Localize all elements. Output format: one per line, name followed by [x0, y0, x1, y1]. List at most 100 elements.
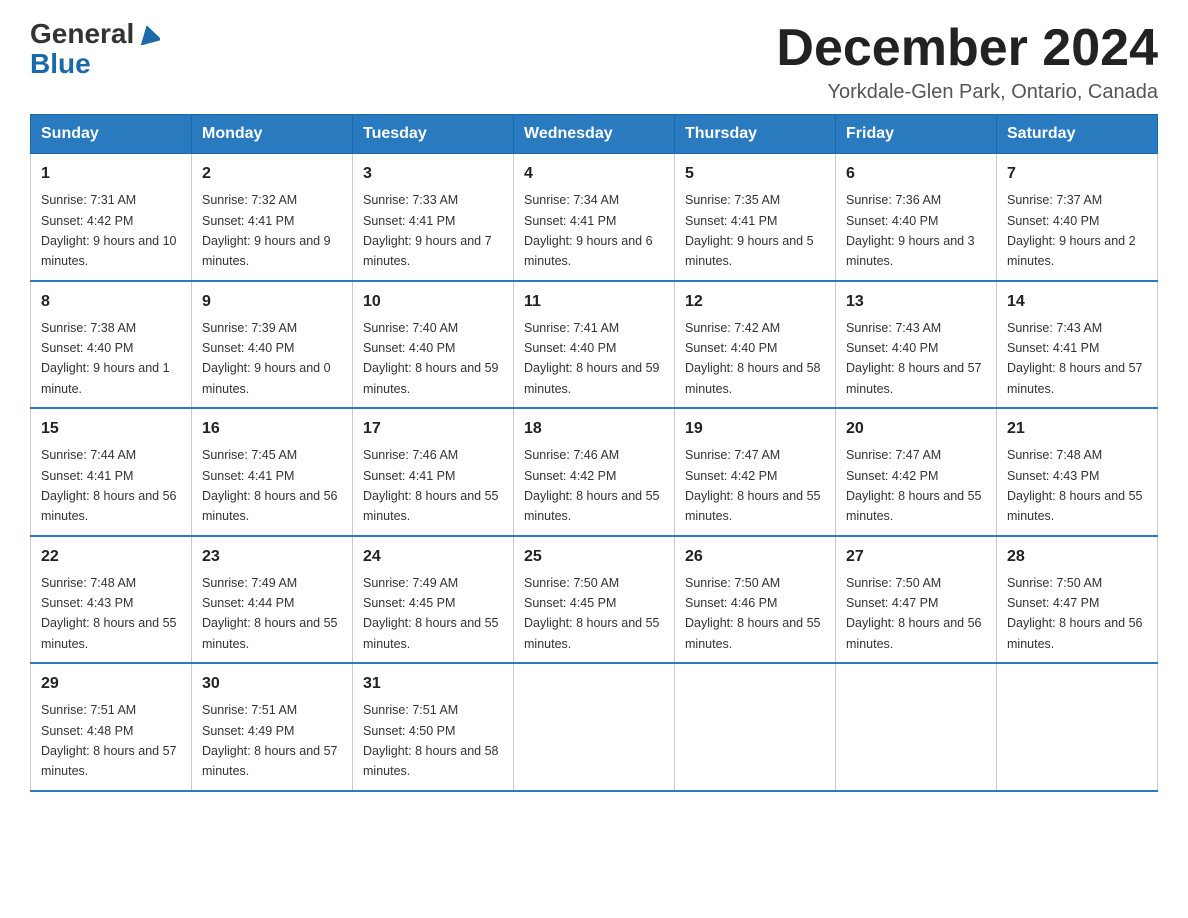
calendar-cell: 18 Sunrise: 7:46 AMSunset: 4:42 PMDaylig…	[514, 408, 675, 536]
calendar-cell: 23 Sunrise: 7:49 AMSunset: 4:44 PMDaylig…	[192, 536, 353, 664]
day-number: 24	[363, 545, 503, 569]
day-number: 16	[202, 417, 342, 441]
calendar-cell: 17 Sunrise: 7:46 AMSunset: 4:41 PMDaylig…	[353, 408, 514, 536]
calendar-table: SundayMondayTuesdayWednesdayThursdayFrid…	[30, 114, 1158, 792]
calendar-cell: 2 Sunrise: 7:32 AMSunset: 4:41 PMDayligh…	[192, 154, 353, 281]
calendar-cell: 15 Sunrise: 7:44 AMSunset: 4:41 PMDaylig…	[31, 408, 192, 536]
day-number: 20	[846, 417, 986, 441]
day-info: Sunrise: 7:49 AMSunset: 4:45 PMDaylight:…	[363, 576, 499, 651]
calendar-cell: 30 Sunrise: 7:51 AMSunset: 4:49 PMDaylig…	[192, 663, 353, 791]
day-number: 6	[846, 162, 986, 186]
day-info: Sunrise: 7:32 AMSunset: 4:41 PMDaylight:…	[202, 193, 331, 268]
calendar-cell: 26 Sunrise: 7:50 AMSunset: 4:46 PMDaylig…	[675, 536, 836, 664]
week-row-3: 15 Sunrise: 7:44 AMSunset: 4:41 PMDaylig…	[31, 408, 1158, 536]
day-info: Sunrise: 7:51 AMSunset: 4:50 PMDaylight:…	[363, 703, 499, 778]
day-number: 4	[524, 162, 664, 186]
calendar-cell: 27 Sunrise: 7:50 AMSunset: 4:47 PMDaylig…	[836, 536, 997, 664]
calendar-cell	[997, 663, 1158, 791]
day-info: Sunrise: 7:48 AMSunset: 4:43 PMDaylight:…	[41, 576, 177, 651]
calendar-cell: 7 Sunrise: 7:37 AMSunset: 4:40 PMDayligh…	[997, 154, 1158, 281]
day-number: 29	[41, 672, 181, 696]
day-number: 11	[524, 290, 664, 314]
calendar-cell: 4 Sunrise: 7:34 AMSunset: 4:41 PMDayligh…	[514, 154, 675, 281]
calendar-cell	[514, 663, 675, 791]
day-info: Sunrise: 7:44 AMSunset: 4:41 PMDaylight:…	[41, 448, 177, 523]
day-info: Sunrise: 7:48 AMSunset: 4:43 PMDaylight:…	[1007, 448, 1143, 523]
day-number: 14	[1007, 290, 1147, 314]
location: Yorkdale-Glen Park, Ontario, Canada	[776, 81, 1158, 104]
day-info: Sunrise: 7:37 AMSunset: 4:40 PMDaylight:…	[1007, 193, 1136, 268]
calendar-cell: 12 Sunrise: 7:42 AMSunset: 4:40 PMDaylig…	[675, 281, 836, 409]
title-area: December 2024 Yorkdale-Glen Park, Ontari…	[776, 20, 1158, 104]
day-number: 23	[202, 545, 342, 569]
calendar-cell: 25 Sunrise: 7:50 AMSunset: 4:45 PMDaylig…	[514, 536, 675, 664]
logo-line2: Blue	[30, 50, 91, 78]
day-info: Sunrise: 7:51 AMSunset: 4:48 PMDaylight:…	[41, 703, 177, 778]
day-number: 22	[41, 545, 181, 569]
day-number: 21	[1007, 417, 1147, 441]
day-info: Sunrise: 7:50 AMSunset: 4:46 PMDaylight:…	[685, 576, 821, 651]
day-number: 28	[1007, 545, 1147, 569]
day-number: 2	[202, 162, 342, 186]
col-header-friday: Friday	[836, 115, 997, 154]
col-header-sunday: Sunday	[31, 115, 192, 154]
calendar-cell: 28 Sunrise: 7:50 AMSunset: 4:47 PMDaylig…	[997, 536, 1158, 664]
calendar-cell: 13 Sunrise: 7:43 AMSunset: 4:40 PMDaylig…	[836, 281, 997, 409]
day-info: Sunrise: 7:31 AMSunset: 4:42 PMDaylight:…	[41, 193, 177, 268]
calendar-cell: 19 Sunrise: 7:47 AMSunset: 4:42 PMDaylig…	[675, 408, 836, 536]
day-number: 31	[363, 672, 503, 696]
day-number: 19	[685, 417, 825, 441]
day-number: 27	[846, 545, 986, 569]
month-title: December 2024	[776, 20, 1158, 77]
calendar-cell: 21 Sunrise: 7:48 AMSunset: 4:43 PMDaylig…	[997, 408, 1158, 536]
day-info: Sunrise: 7:50 AMSunset: 4:47 PMDaylight:…	[1007, 576, 1143, 651]
day-info: Sunrise: 7:47 AMSunset: 4:42 PMDaylight:…	[685, 448, 821, 523]
day-info: Sunrise: 7:45 AMSunset: 4:41 PMDaylight:…	[202, 448, 338, 523]
week-row-2: 8 Sunrise: 7:38 AMSunset: 4:40 PMDayligh…	[31, 281, 1158, 409]
day-info: Sunrise: 7:49 AMSunset: 4:44 PMDaylight:…	[202, 576, 338, 651]
calendar-cell: 5 Sunrise: 7:35 AMSunset: 4:41 PMDayligh…	[675, 154, 836, 281]
calendar-cell: 8 Sunrise: 7:38 AMSunset: 4:40 PMDayligh…	[31, 281, 192, 409]
calendar-cell: 11 Sunrise: 7:41 AMSunset: 4:40 PMDaylig…	[514, 281, 675, 409]
day-number: 9	[202, 290, 342, 314]
logo-line1: General	[30, 20, 160, 50]
col-header-thursday: Thursday	[675, 115, 836, 154]
calendar-cell	[836, 663, 997, 791]
calendar-cell: 3 Sunrise: 7:33 AMSunset: 4:41 PMDayligh…	[353, 154, 514, 281]
day-info: Sunrise: 7:50 AMSunset: 4:47 PMDaylight:…	[846, 576, 982, 651]
day-info: Sunrise: 7:36 AMSunset: 4:40 PMDaylight:…	[846, 193, 975, 268]
day-number: 1	[41, 162, 181, 186]
day-info: Sunrise: 7:33 AMSunset: 4:41 PMDaylight:…	[363, 193, 492, 268]
day-number: 25	[524, 545, 664, 569]
day-number: 26	[685, 545, 825, 569]
calendar-cell: 9 Sunrise: 7:39 AMSunset: 4:40 PMDayligh…	[192, 281, 353, 409]
day-info: Sunrise: 7:38 AMSunset: 4:40 PMDaylight:…	[41, 321, 170, 396]
calendar-cell: 14 Sunrise: 7:43 AMSunset: 4:41 PMDaylig…	[997, 281, 1158, 409]
calendar-cell: 24 Sunrise: 7:49 AMSunset: 4:45 PMDaylig…	[353, 536, 514, 664]
page-header: General Blue December 2024 Yorkdale-Glen…	[30, 20, 1158, 104]
day-number: 3	[363, 162, 503, 186]
day-info: Sunrise: 7:39 AMSunset: 4:40 PMDaylight:…	[202, 321, 331, 396]
day-number: 5	[685, 162, 825, 186]
day-info: Sunrise: 7:35 AMSunset: 4:41 PMDaylight:…	[685, 193, 814, 268]
day-info: Sunrise: 7:43 AMSunset: 4:40 PMDaylight:…	[846, 321, 982, 396]
calendar-cell: 31 Sunrise: 7:51 AMSunset: 4:50 PMDaylig…	[353, 663, 514, 791]
week-row-4: 22 Sunrise: 7:48 AMSunset: 4:43 PMDaylig…	[31, 536, 1158, 664]
day-info: Sunrise: 7:46 AMSunset: 4:42 PMDaylight:…	[524, 448, 660, 523]
day-info: Sunrise: 7:40 AMSunset: 4:40 PMDaylight:…	[363, 321, 499, 396]
day-info: Sunrise: 7:46 AMSunset: 4:41 PMDaylight:…	[363, 448, 499, 523]
calendar-cell: 10 Sunrise: 7:40 AMSunset: 4:40 PMDaylig…	[353, 281, 514, 409]
day-info: Sunrise: 7:42 AMSunset: 4:40 PMDaylight:…	[685, 321, 821, 396]
calendar-cell: 16 Sunrise: 7:45 AMSunset: 4:41 PMDaylig…	[192, 408, 353, 536]
calendar-cell	[675, 663, 836, 791]
day-number: 13	[846, 290, 986, 314]
day-info: Sunrise: 7:34 AMSunset: 4:41 PMDaylight:…	[524, 193, 653, 268]
day-number: 30	[202, 672, 342, 696]
calendar-cell: 6 Sunrise: 7:36 AMSunset: 4:40 PMDayligh…	[836, 154, 997, 281]
col-header-saturday: Saturday	[997, 115, 1158, 154]
day-info: Sunrise: 7:50 AMSunset: 4:45 PMDaylight:…	[524, 576, 660, 651]
day-number: 17	[363, 417, 503, 441]
calendar-cell: 29 Sunrise: 7:51 AMSunset: 4:48 PMDaylig…	[31, 663, 192, 791]
day-number: 12	[685, 290, 825, 314]
calendar-cell: 20 Sunrise: 7:47 AMSunset: 4:42 PMDaylig…	[836, 408, 997, 536]
